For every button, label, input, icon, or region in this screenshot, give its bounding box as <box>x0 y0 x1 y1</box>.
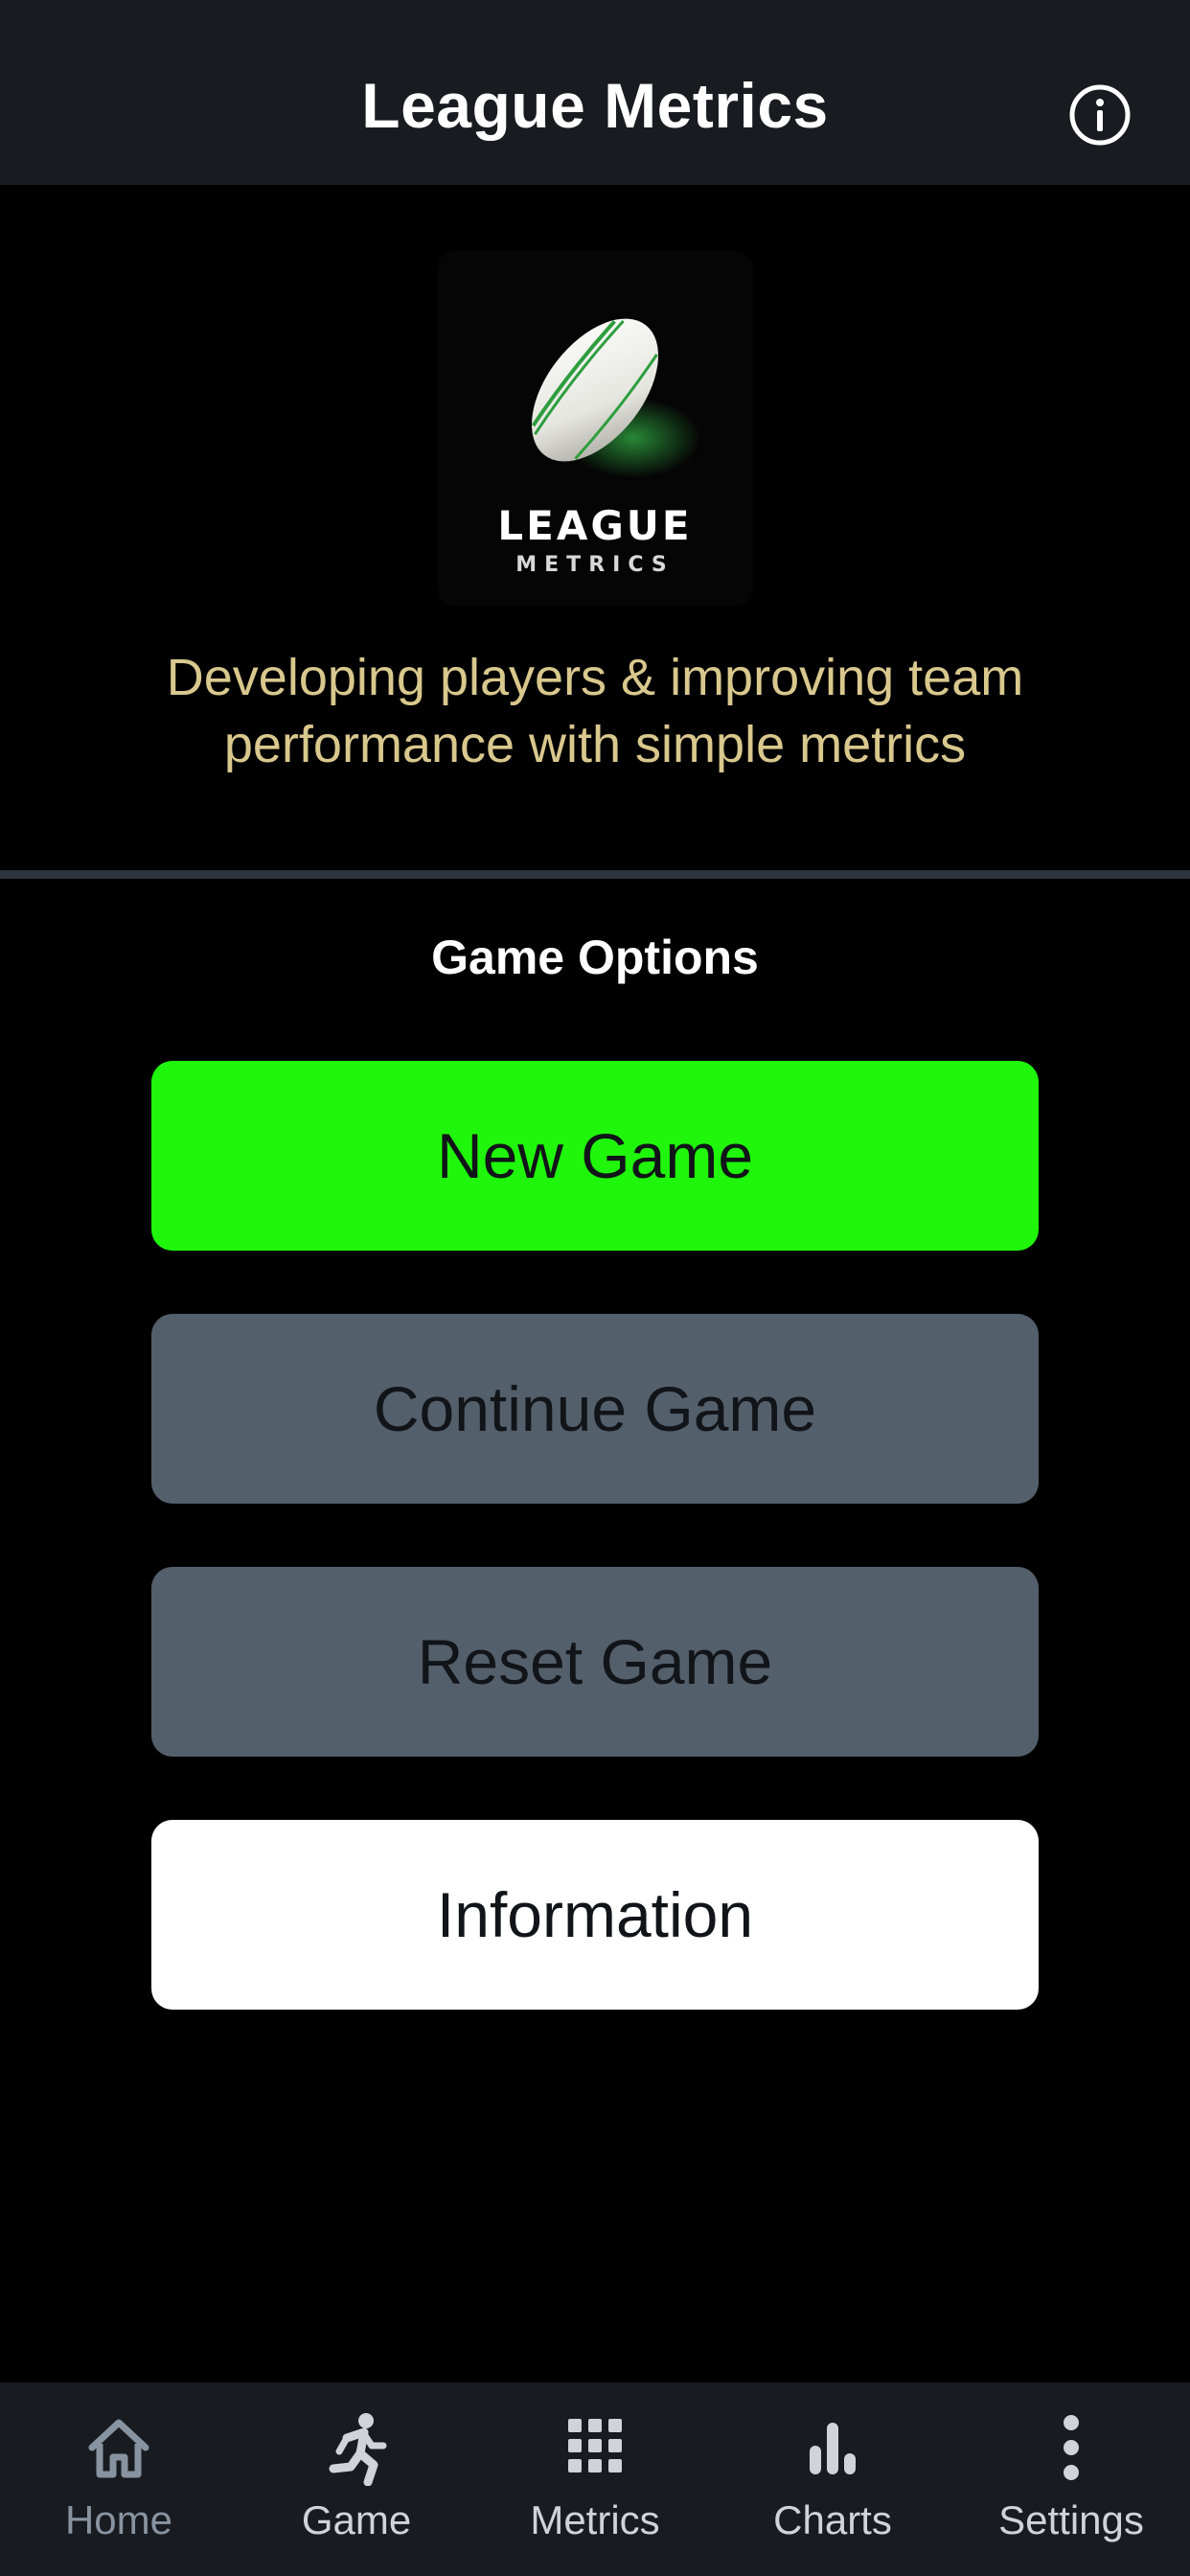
tagline: Developing players & improving team perf… <box>166 649 1024 773</box>
new-game-button[interactable]: New Game <box>151 1061 1039 1251</box>
info-button[interactable] <box>1067 82 1133 148</box>
logo-wordmark: LEAGUE <box>497 502 693 549</box>
continue-game-button[interactable]: Continue Game <box>151 1314 1039 1504</box>
nav-item-settings[interactable]: Settings <box>952 2382 1190 2576</box>
nav-label-game: Game <box>301 2497 412 2542</box>
reset-game-button[interactable]: Reset Game <box>151 1567 1039 1757</box>
nav-item-metrics[interactable]: Metrics <box>476 2382 714 2576</box>
nav-label-metrics: Metrics <box>530 2497 660 2542</box>
app-header: League Metrics <box>0 0 1190 185</box>
rugby-ball-icon <box>531 318 700 478</box>
nav-item-charts[interactable]: Charts <box>714 2382 951 2576</box>
nav-item-game[interactable]: Game <box>238 2382 475 2576</box>
information-label: Information <box>436 1879 754 1950</box>
page-title: League Metrics <box>361 70 829 141</box>
running-person-icon <box>329 2413 387 2486</box>
grid-icon <box>568 2419 622 2472</box>
nav-item-home[interactable]: Home <box>0 2382 238 2576</box>
section-divider <box>0 870 1190 879</box>
bar-chart-icon <box>810 2423 856 2474</box>
reset-game-label: Reset Game <box>417 1626 773 1697</box>
app-logo: LEAGUE METRICS <box>437 251 753 606</box>
more-vertical-icon <box>1064 2415 1079 2480</box>
game-options-title: Game Options <box>431 931 759 984</box>
information-button[interactable]: Information <box>151 1820 1039 2010</box>
home-icon <box>88 2419 149 2478</box>
nav-label-settings: Settings <box>998 2497 1144 2542</box>
bottom-nav: Home Game Metrics Charts Settings <box>0 2382 1190 2576</box>
nav-label-home: Home <box>64 2497 173 2542</box>
info-circle-icon <box>1069 84 1131 146</box>
nav-label-charts: Charts <box>773 2497 892 2542</box>
new-game-label: New Game <box>436 1120 754 1191</box>
logo-subword: METRICS <box>515 553 675 577</box>
continue-game-label: Continue Game <box>373 1373 817 1444</box>
